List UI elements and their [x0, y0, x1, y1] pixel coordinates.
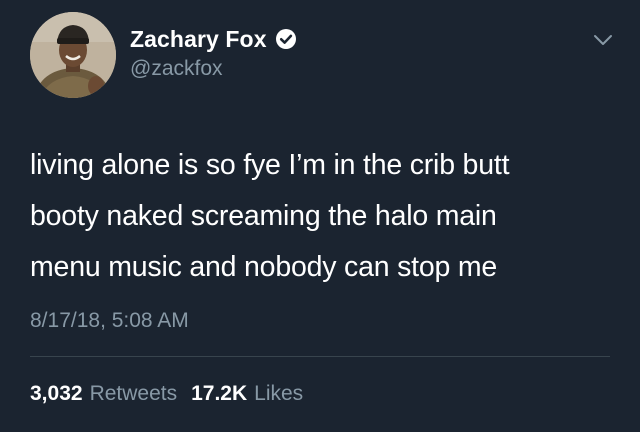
tweet-card: Zachary Fox @zackfox living alone is so …	[0, 0, 640, 432]
avatar-image	[30, 12, 116, 98]
verified-badge-icon	[275, 28, 297, 50]
tweet-text: living alone is so fye I’m in the crib b…	[30, 149, 510, 283]
likes-stat[interactable]: 17.2K Likes	[191, 382, 303, 406]
retweets-stat[interactable]: 3,032 Retweets	[30, 382, 177, 406]
retweets-label: Retweets	[89, 382, 178, 405]
avatar[interactable]	[30, 12, 116, 98]
tweet-timestamp[interactable]: 8/17/18, 5:08 AM	[30, 309, 189, 333]
user-handle[interactable]: @zackfox	[130, 57, 223, 81]
display-name[interactable]: Zachary Fox	[130, 26, 267, 53]
engagement-stats: 3,032 Retweets 17.2K Likes	[30, 382, 303, 406]
name-row: Zachary Fox	[130, 24, 297, 54]
likes-label: Likes	[254, 382, 304, 405]
likes-count: 17.2K	[191, 382, 248, 405]
divider	[30, 356, 610, 357]
chevron-down-icon[interactable]	[593, 33, 613, 47]
retweets-count: 3,032	[30, 382, 83, 405]
